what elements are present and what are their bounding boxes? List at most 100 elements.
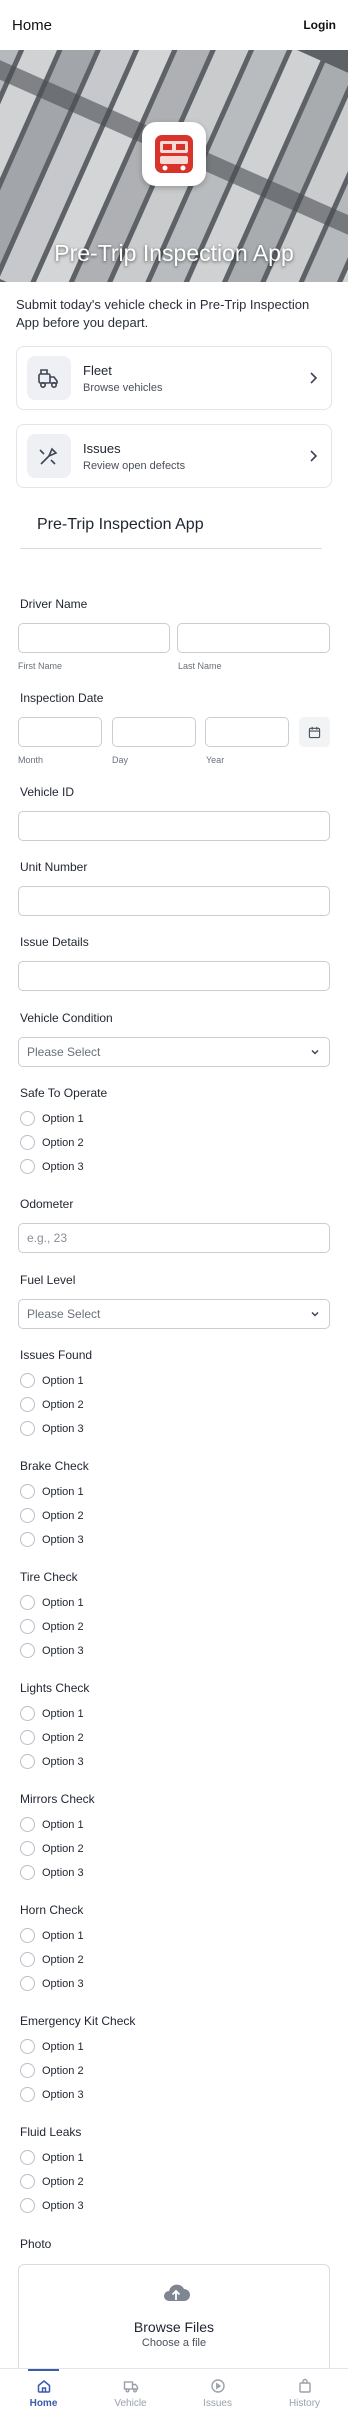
radio-button[interactable] xyxy=(20,1643,35,1658)
emergency-kit-check-option-1[interactable]: Option 1 xyxy=(20,2039,84,2054)
radio-button[interactable] xyxy=(20,1754,35,1769)
radio-button[interactable] xyxy=(20,2150,35,2165)
fluid-leaks-option-1[interactable]: Option 1 xyxy=(20,2150,84,2165)
emergency-kit-check-option-2[interactable]: Option 2 xyxy=(20,2063,84,2078)
tab-history-label: History xyxy=(288,2398,321,2409)
issue-details-textarea[interactable] xyxy=(18,961,330,991)
fluid-leaks-option-2[interactable]: Option 2 xyxy=(20,2174,84,2189)
brake-check-option-2[interactable]: Option 2 xyxy=(20,1508,84,1523)
safe-to-operate-section: Safe To Operate Option 1 Option 2 Option… xyxy=(20,1086,330,1174)
tab-vehicle[interactable]: Vehicle xyxy=(87,2369,174,2418)
radio-button[interactable] xyxy=(20,1159,35,1174)
mirrors-check-option-3[interactable]: Option 3 xyxy=(20,1865,84,1880)
radio-button[interactable] xyxy=(20,1952,35,1967)
radio-button[interactable] xyxy=(20,1865,35,1880)
vehicle-id-input[interactable] xyxy=(18,811,330,841)
tab-issues[interactable]: Issues xyxy=(174,2369,261,2418)
tire-check-option-1[interactable]: Option 1 xyxy=(20,1595,84,1610)
tire-check-section: Tire Check Option 1 Option 2 Option 3 xyxy=(20,1570,330,1658)
lights-check-section: Lights Check Option 1 Option 2 Option 3 xyxy=(20,1681,330,1769)
radio-button[interactable] xyxy=(20,2087,35,2102)
radio-button[interactable] xyxy=(20,1595,35,1610)
radio-button[interactable] xyxy=(20,2039,35,2054)
chevron-down-icon xyxy=(311,1311,319,1317)
fluid-leaks-label: Fluid Leaks xyxy=(20,2125,82,2139)
radio-button[interactable] xyxy=(20,1706,35,1721)
last-name-label: Last Name xyxy=(178,661,222,671)
horn-check-option-2[interactable]: Option 2 xyxy=(20,1952,84,1967)
radio-button[interactable] xyxy=(20,2063,35,2078)
bus-icon xyxy=(155,135,193,173)
day-input[interactable] xyxy=(112,717,196,747)
radio-button[interactable] xyxy=(20,1135,35,1150)
issues-found-option-2[interactable]: Option 2 xyxy=(20,1397,84,1412)
radio-button[interactable] xyxy=(20,1841,35,1856)
browse-files-label[interactable]: Browse Files xyxy=(19,2319,329,2335)
radio-button[interactable] xyxy=(20,1928,35,1943)
radio-button[interactable] xyxy=(20,2198,35,2213)
safe-to-operate-option-3[interactable]: Option 3 xyxy=(20,1159,84,1174)
year-input[interactable] xyxy=(205,717,289,747)
tab-vehicle-label: Vehicle xyxy=(114,2398,147,2409)
vehicle-condition-select[interactable]: Please Select xyxy=(18,1037,330,1067)
day-label: Day xyxy=(112,755,129,765)
odometer-section: Odometer e.g., 23 xyxy=(18,1197,330,1253)
radio-button[interactable] xyxy=(20,1373,35,1388)
horn-check-label: Horn Check xyxy=(20,1903,84,1917)
brake-check-label: Brake Check xyxy=(20,1459,89,1473)
brake-check-section: Brake Check Option 1 Option 2 Option 3 xyxy=(20,1459,330,1547)
first-name-input[interactable] xyxy=(18,623,170,653)
radio-button[interactable] xyxy=(20,1421,35,1436)
mirrors-check-option-2[interactable]: Option 2 xyxy=(20,1841,84,1856)
mirrors-check-option-1[interactable]: Option 1 xyxy=(20,1817,84,1832)
fuel-level-value: Please Select xyxy=(27,1307,101,1321)
brake-check-option-1[interactable]: Option 1 xyxy=(20,1484,84,1499)
radio-button[interactable] xyxy=(20,1730,35,1745)
radio-button[interactable] xyxy=(20,1619,35,1634)
radio-button[interactable] xyxy=(20,1484,35,1499)
lights-check-option-3[interactable]: Option 3 xyxy=(20,1754,84,1769)
bag-icon xyxy=(298,2378,311,2393)
unit-number-input[interactable] xyxy=(18,886,330,916)
tire-check-option-2[interactable]: Option 2 xyxy=(20,1619,84,1634)
bottom-tab-bar: Home Vehicle Issues History xyxy=(0,2368,348,2418)
brake-check-option-3[interactable]: Option 3 xyxy=(20,1532,84,1547)
radio-button[interactable] xyxy=(20,1532,35,1547)
odometer-input[interactable]: e.g., 23 xyxy=(18,1223,330,1253)
issues-card-subtitle: Review open defects xyxy=(83,459,186,472)
radio-button[interactable] xyxy=(20,1111,35,1126)
tab-home-label: Home xyxy=(29,2398,58,2409)
tab-history[interactable]: History xyxy=(261,2369,348,2418)
mirrors-check-label: Mirrors Check xyxy=(20,1792,95,1806)
horn-check-option-1[interactable]: Option 1 xyxy=(20,1928,84,1943)
fluid-leaks-option-3[interactable]: Option 3 xyxy=(20,2198,84,2213)
login-button[interactable]: Login xyxy=(303,18,336,32)
month-input[interactable] xyxy=(18,717,102,747)
safe-to-operate-option-1[interactable]: Option 1 xyxy=(20,1111,84,1126)
chevron-right-icon xyxy=(310,372,318,384)
lights-check-option-1[interactable]: Option 1 xyxy=(20,1706,84,1721)
safe-to-operate-option-2[interactable]: Option 2 xyxy=(20,1135,84,1150)
calendar-button[interactable] xyxy=(299,717,330,747)
radio-button[interactable] xyxy=(20,1817,35,1832)
radio-button[interactable] xyxy=(20,2174,35,2189)
emergency-kit-check-option-3[interactable]: Option 3 xyxy=(20,2087,84,2102)
issues-card[interactable]: Issues Review open defects xyxy=(16,424,332,488)
issues-found-option-1[interactable]: Option 1 xyxy=(20,1373,84,1388)
radio-button[interactable] xyxy=(20,1397,35,1412)
fleet-card[interactable]: Fleet Browse vehicles xyxy=(16,346,332,410)
hero-banner: Pre-Trip Inspection App xyxy=(0,50,348,282)
form-title: Pre-Trip Inspection App xyxy=(37,516,204,533)
fuel-level-select[interactable]: Please Select xyxy=(18,1299,330,1329)
tire-check-option-3[interactable]: Option 3 xyxy=(20,1643,84,1658)
horn-check-option-3[interactable]: Option 3 xyxy=(20,1976,84,1991)
issues-found-option-3[interactable]: Option 3 xyxy=(20,1421,84,1436)
radio-button[interactable] xyxy=(20,1976,35,1991)
fleet-card-subtitle: Browse vehicles xyxy=(83,381,163,394)
tab-home[interactable]: Home xyxy=(0,2369,87,2418)
play-circle-icon xyxy=(210,2379,225,2393)
lights-check-option-2[interactable]: Option 2 xyxy=(20,1730,84,1745)
radio-button[interactable] xyxy=(20,1508,35,1523)
file-upload-dropzone[interactable]: Browse Files Choose a file xyxy=(18,2264,330,2374)
last-name-input[interactable] xyxy=(177,623,330,653)
